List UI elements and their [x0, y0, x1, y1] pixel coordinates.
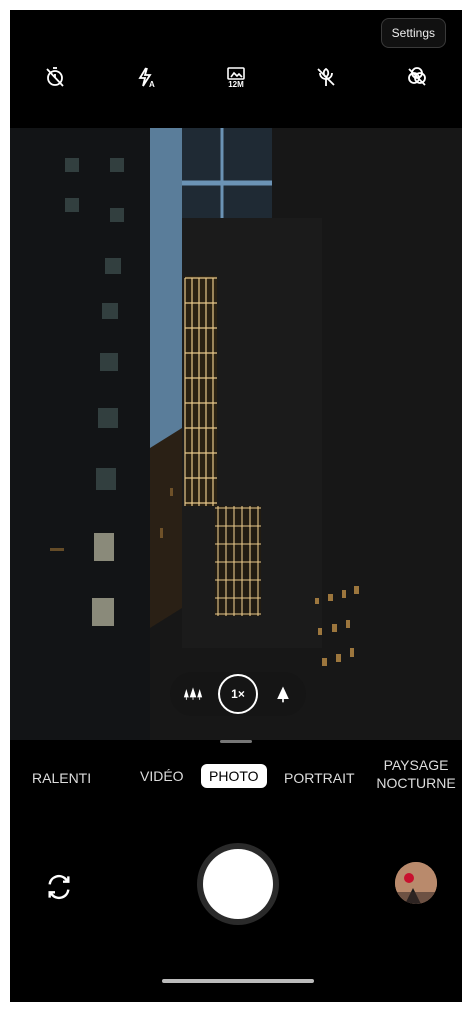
camera-viewfinder[interactable]: 1× — [10, 128, 462, 740]
mode-photo[interactable]: PHOTO — [201, 764, 267, 788]
shutter-button[interactable] — [197, 843, 279, 925]
mode-slow-motion[interactable]: RALENTI — [32, 770, 91, 786]
mode-night-line1: PAYSAGE — [383, 757, 449, 773]
mode-drawer-handle[interactable] — [220, 740, 252, 743]
shutter-inner — [203, 849, 273, 919]
viewfinder-scene — [10, 128, 462, 740]
svg-text:A: A — [149, 80, 155, 89]
filter-off-icon[interactable] — [402, 62, 432, 92]
flash-auto-icon[interactable]: A — [131, 62, 161, 92]
zoom-selector: 1× — [170, 672, 306, 716]
home-indicator[interactable] — [162, 979, 314, 983]
camera-toolbar: A 12M — [10, 60, 462, 94]
zoom-1x-button[interactable]: 1× — [218, 674, 258, 714]
gallery-thumbnail[interactable] — [395, 862, 437, 904]
camera-app: Settings A 12M 1× RALENTI VIDÉO PHOTO PO… — [10, 10, 462, 1002]
resolution-label: 12M — [228, 80, 244, 89]
trees-wide-icon[interactable] — [182, 683, 204, 705]
macro-off-icon[interactable] — [311, 62, 341, 92]
switch-camera-icon[interactable] — [38, 866, 80, 908]
resolution-12m-icon[interactable]: 12M — [221, 62, 251, 92]
mode-night-line2: NOCTURNE — [376, 775, 456, 791]
mode-video[interactable]: VIDÉO — [140, 768, 184, 784]
timer-off-icon[interactable] — [40, 62, 70, 92]
capture-controls — [10, 840, 462, 930]
settings-button[interactable]: Settings — [380, 18, 446, 48]
camera-mode-selector: RALENTI VIDÉO PHOTO PORTRAIT PAYSAGE NOC… — [10, 754, 462, 804]
tree-tele-icon[interactable] — [272, 683, 294, 705]
mode-night-landscape[interactable]: PAYSAGE NOCTURNE — [373, 756, 459, 792]
mode-portrait[interactable]: PORTRAIT — [284, 770, 355, 786]
